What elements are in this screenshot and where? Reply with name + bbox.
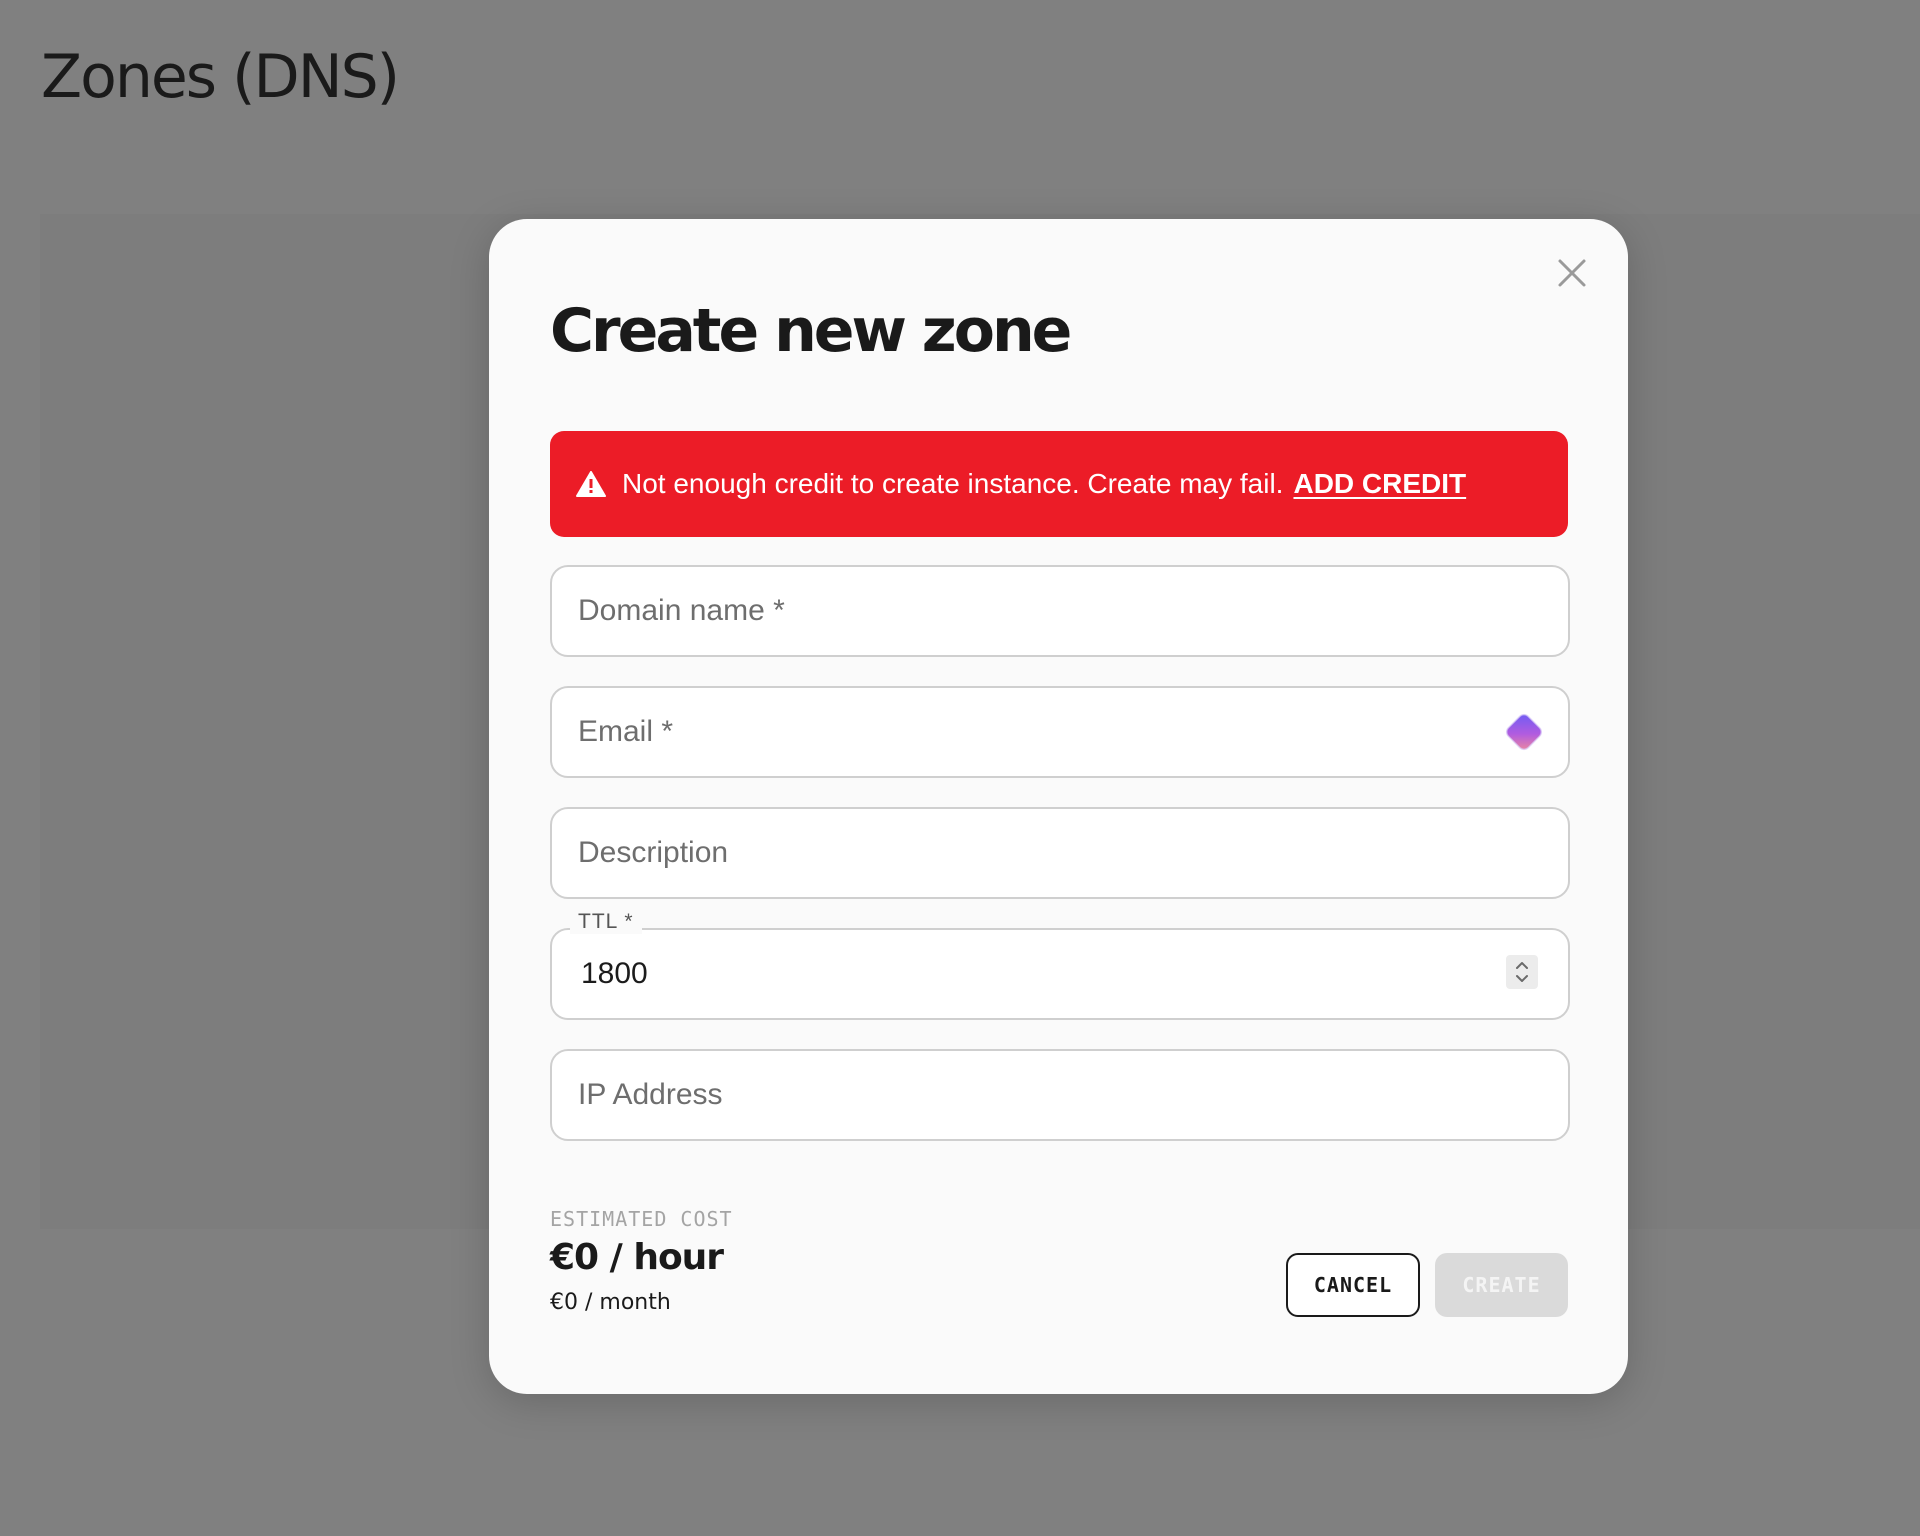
domain-name-input[interactable] bbox=[552, 567, 1568, 655]
cost-per-hour: €0 / hour bbox=[550, 1237, 724, 1278]
create-zone-dialog: Create new zone Not enough credit to cre… bbox=[489, 219, 1628, 1394]
password-manager-icon[interactable] bbox=[1500, 708, 1548, 756]
domain-name-field bbox=[550, 565, 1570, 657]
dialog-title: Create new zone bbox=[550, 296, 1072, 366]
stepper-icon bbox=[1516, 962, 1528, 982]
description-field bbox=[550, 807, 1570, 899]
estimated-cost-label: ESTIMATED COST bbox=[550, 1207, 733, 1231]
create-button[interactable]: CREATE bbox=[1435, 1253, 1568, 1317]
add-credit-link[interactable]: ADD CREDIT bbox=[1293, 468, 1466, 500]
description-input[interactable] bbox=[552, 809, 1568, 897]
ttl-field: TTL * bbox=[550, 910, 1570, 1020]
ttl-input[interactable] bbox=[552, 930, 1568, 1018]
ip-address-input[interactable] bbox=[552, 1051, 1568, 1139]
close-icon bbox=[1558, 259, 1586, 287]
alert-message: Not enough credit to create instance. Cr… bbox=[622, 468, 1284, 499]
close-button[interactable] bbox=[1552, 253, 1592, 293]
cancel-button[interactable]: CANCEL bbox=[1286, 1253, 1420, 1317]
email-field bbox=[550, 686, 1570, 778]
credit-alert: Not enough credit to create instance. Cr… bbox=[550, 431, 1568, 537]
email-input[interactable] bbox=[552, 688, 1568, 776]
ttl-stepper[interactable] bbox=[1506, 955, 1538, 989]
page-title: Zones (DNS) bbox=[41, 42, 400, 112]
cost-per-month: €0 / month bbox=[550, 1290, 671, 1315]
ip-address-field bbox=[550, 1049, 1570, 1141]
warning-icon bbox=[576, 471, 606, 497]
